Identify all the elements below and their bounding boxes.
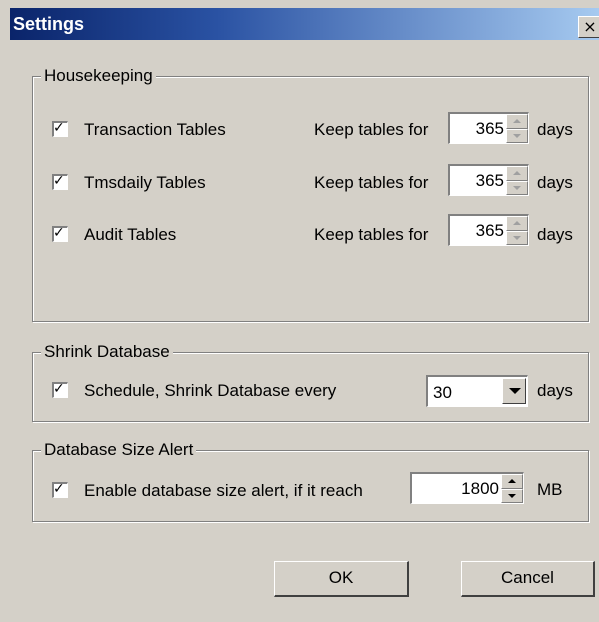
check-mark-icon: ✓: [53, 120, 65, 136]
window-title: Settings: [13, 14, 85, 34]
settings-dialog: Settings × Housekeeping ✓ Transaction Ta…: [0, 0, 599, 622]
audit-days-up-button[interactable]: [506, 216, 528, 231]
tmsdaily-tables-label: Tmsdaily Tables: [84, 173, 206, 192]
shrink-interval-dropdown[interactable]: 30: [426, 375, 528, 407]
transaction-days-down-button[interactable]: [506, 128, 528, 143]
audit-keep-label: Keep tables for: [314, 225, 429, 244]
shrink-schedule-checkbox[interactable]: ✓: [52, 381, 68, 398]
shrink-interval-dropdown-button[interactable]: [502, 378, 526, 404]
arrow-down-icon: [508, 493, 516, 498]
transaction-tables-label: Transaction Tables: [84, 120, 226, 139]
title-bar[interactable]: Settings ×: [10, 8, 599, 40]
close-button[interactable]: ×: [578, 16, 599, 38]
audit-days-value: 365: [475, 221, 504, 240]
shrink-schedule-label: Schedule, Shrink Database every: [84, 381, 337, 400]
tmsdaily-days-unit: days: [537, 173, 573, 192]
tmsdaily-days-spinner[interactable]: 365: [448, 164, 529, 196]
tmsdaily-tables-checkbox[interactable]: ✓: [52, 173, 68, 190]
arrow-up-icon: [513, 171, 521, 175]
shrink-interval-unit: days: [537, 381, 573, 400]
audit-tables-checkbox[interactable]: ✓: [52, 225, 68, 242]
shrink-interval-value: 30: [433, 383, 452, 402]
arrow-up-icon: [513, 119, 521, 123]
transaction-days-spinner[interactable]: 365: [448, 112, 529, 144]
transaction-keep-label: Keep tables for: [314, 120, 429, 139]
transaction-days-up-button[interactable]: [506, 114, 528, 129]
tmsdaily-days-up-button[interactable]: [506, 166, 528, 181]
size-alert-unit: MB: [537, 480, 563, 499]
arrow-down-icon: [513, 133, 521, 138]
ok-button[interactable]: OK: [274, 561, 409, 597]
transaction-tables-checkbox[interactable]: ✓: [52, 120, 68, 137]
cancel-button[interactable]: Cancel: [461, 561, 595, 597]
transaction-days-value: 365: [475, 119, 504, 138]
size-alert-value: 1800: [461, 479, 499, 498]
arrow-up-icon: [513, 221, 521, 225]
arrow-down-icon: [513, 185, 521, 190]
audit-days-down-button[interactable]: [506, 230, 528, 245]
tmsdaily-days-value: 365: [475, 171, 504, 190]
size-alert-label: Enable database size alert, if it reach: [84, 481, 363, 500]
size-alert-up-button[interactable]: [501, 474, 523, 489]
check-mark-icon: ✓: [53, 225, 65, 241]
shrink-database-legend: Shrink Database: [41, 342, 173, 362]
size-alert-spinner[interactable]: 1800: [410, 472, 524, 504]
tmsdaily-days-down-button[interactable]: [506, 180, 528, 195]
audit-days-spinner[interactable]: 365: [448, 214, 529, 246]
size-alert-checkbox[interactable]: ✓: [52, 481, 68, 498]
check-mark-icon: ✓: [53, 173, 65, 189]
tmsdaily-keep-label: Keep tables for: [314, 173, 429, 192]
arrow-down-icon: [513, 235, 521, 240]
check-mark-icon: ✓: [53, 381, 65, 397]
audit-tables-label: Audit Tables: [84, 225, 177, 244]
size-alert-down-button[interactable]: [501, 488, 523, 503]
housekeeping-legend: Housekeeping: [41, 66, 156, 86]
chevron-down-icon: [509, 388, 521, 394]
arrow-up-icon: [508, 479, 516, 483]
size-alert-legend: Database Size Alert: [41, 440, 197, 460]
check-mark-icon: ✓: [53, 481, 65, 497]
audit-days-unit: days: [537, 225, 573, 244]
transaction-days-unit: days: [537, 120, 573, 139]
close-icon: ×: [583, 17, 597, 36]
